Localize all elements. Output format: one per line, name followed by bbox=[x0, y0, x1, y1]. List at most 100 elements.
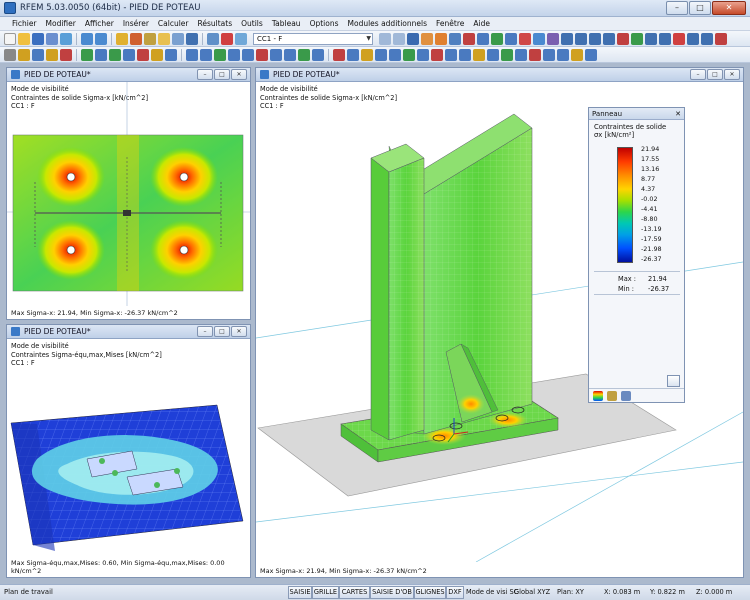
menu-calculer[interactable]: Calculer bbox=[158, 19, 189, 28]
smooth-icon[interactable] bbox=[491, 32, 503, 45]
light-icon[interactable] bbox=[571, 48, 583, 61]
menu-fichier[interactable]: Fichier bbox=[12, 19, 37, 28]
solid-body-icon[interactable] bbox=[123, 48, 135, 61]
comment-icon[interactable] bbox=[459, 48, 471, 61]
arc-icon[interactable] bbox=[46, 48, 58, 61]
hinge-icon[interactable] bbox=[151, 48, 163, 61]
refine-icon[interactable] bbox=[347, 48, 359, 61]
grid-icon[interactable] bbox=[186, 48, 198, 61]
view-z-icon[interactable] bbox=[603, 32, 615, 45]
panel-title-bar[interactable]: Panneau ✕ bbox=[589, 108, 684, 120]
line-icon[interactable] bbox=[18, 48, 30, 61]
filter-icon[interactable] bbox=[505, 32, 517, 45]
deformation-icon[interactable] bbox=[421, 32, 433, 45]
wireframe-icon[interactable] bbox=[631, 32, 643, 45]
grid-toggle-button[interactable]: GRILLE bbox=[312, 586, 339, 599]
picture-icon[interactable] bbox=[543, 48, 555, 61]
result-diagram-icon[interactable] bbox=[533, 32, 545, 45]
connect-icon[interactable] bbox=[298, 48, 310, 61]
axes-icon[interactable] bbox=[389, 48, 401, 61]
minimize-button[interactable]: – bbox=[197, 326, 213, 337]
isolines-icon[interactable] bbox=[519, 32, 531, 45]
save-icon[interactable] bbox=[32, 32, 44, 45]
results-on-icon[interactable] bbox=[407, 32, 419, 45]
cartes-toggle-button[interactable]: CARTES bbox=[339, 586, 370, 599]
background-icon[interactable] bbox=[529, 48, 541, 61]
guidelines-toggle-button[interactable]: GLIGNES bbox=[414, 586, 446, 599]
table-icon[interactable] bbox=[186, 32, 198, 45]
view-x-icon[interactable] bbox=[575, 32, 587, 45]
export-icon[interactable] bbox=[557, 48, 569, 61]
divide-icon[interactable] bbox=[284, 48, 296, 61]
extrude-icon[interactable] bbox=[312, 48, 324, 61]
dxf-toggle-button[interactable]: DXF bbox=[446, 586, 464, 599]
color-scale-icon[interactable] bbox=[593, 390, 603, 401]
solid-icon[interactable] bbox=[645, 32, 657, 45]
guideline-icon[interactable] bbox=[473, 48, 485, 61]
copy-icon[interactable] bbox=[270, 48, 282, 61]
open-folder-icon[interactable] bbox=[18, 32, 30, 45]
close-button[interactable]: ✕ bbox=[712, 1, 746, 15]
measure-icon[interactable] bbox=[673, 32, 685, 45]
animation-icon[interactable] bbox=[435, 32, 447, 45]
delete-icon[interactable] bbox=[256, 48, 268, 61]
previous-icon[interactable] bbox=[379, 32, 391, 45]
member-icon[interactable] bbox=[95, 48, 107, 61]
plan-stress-view[interactable] bbox=[7, 82, 250, 306]
window-bottom-left[interactable]: PIED DE POTEAU* – □ ✕ Mode de visibilité… bbox=[6, 324, 251, 578]
values-icon[interactable] bbox=[449, 32, 461, 45]
snap-icon[interactable] bbox=[200, 48, 212, 61]
show-results-icon[interactable] bbox=[235, 32, 247, 45]
menu-fenetre[interactable]: Fenêtre bbox=[436, 19, 464, 28]
surface-icon[interactable] bbox=[109, 48, 121, 61]
stop-icon[interactable] bbox=[221, 32, 233, 45]
visibility-icon[interactable] bbox=[417, 48, 429, 61]
menu-afficher[interactable]: Afficher bbox=[85, 19, 114, 28]
results-icon[interactable] bbox=[144, 32, 156, 45]
dimension-icon[interactable] bbox=[445, 48, 457, 61]
menu-resultats[interactable]: Résultats bbox=[198, 19, 233, 28]
display-icon[interactable] bbox=[172, 32, 184, 45]
circle-icon[interactable] bbox=[60, 48, 72, 61]
next-icon[interactable] bbox=[393, 32, 405, 45]
menu-tableau[interactable]: Tableau bbox=[272, 19, 301, 28]
render-icon[interactable] bbox=[617, 32, 629, 45]
legend-panel[interactable]: Panneau ✕ Contraintes de solide σx [kN/c… bbox=[588, 107, 685, 403]
snap-toggle-button[interactable]: SAISIE bbox=[288, 586, 312, 599]
object-snap-button[interactable]: SAISIE D'OB bbox=[370, 586, 414, 599]
mesh-icon[interactable] bbox=[333, 48, 345, 61]
help-icon[interactable] bbox=[585, 48, 597, 61]
print-icon[interactable] bbox=[46, 32, 58, 45]
undo-icon[interactable] bbox=[81, 32, 93, 45]
iso-view-icon[interactable] bbox=[561, 32, 573, 45]
node-icon[interactable] bbox=[81, 48, 93, 61]
select-icon[interactable] bbox=[4, 48, 16, 61]
layer-icon[interactable] bbox=[403, 48, 415, 61]
window-title-bar[interactable]: PIED DE POTEAU* – □ ✕ bbox=[7, 325, 250, 339]
view-y-icon[interactable] bbox=[589, 32, 601, 45]
rfem-app-icon[interactable] bbox=[4, 2, 16, 14]
move-icon[interactable] bbox=[214, 48, 226, 61]
zoom-icon[interactable] bbox=[687, 32, 699, 45]
maximize-button[interactable]: □ bbox=[707, 69, 723, 80]
menu-modules-additionnels[interactable]: Modules additionnels bbox=[348, 19, 428, 28]
clip-icon[interactable] bbox=[431, 48, 443, 61]
model-icon[interactable] bbox=[547, 32, 559, 45]
calculate-icon[interactable] bbox=[130, 32, 142, 45]
filter-icon[interactable] bbox=[621, 390, 631, 401]
workplane-icon[interactable] bbox=[501, 48, 513, 61]
load-case-select[interactable]: CC1 - F ▼ bbox=[253, 32, 373, 45]
menu-aide[interactable]: Aide bbox=[473, 19, 490, 28]
zoom-all-icon[interactable] bbox=[701, 32, 713, 45]
window-top-left[interactable]: PIED DE POTEAU* – □ ✕ Mode de visibilité… bbox=[6, 67, 251, 320]
menu-options[interactable]: Options bbox=[310, 19, 339, 28]
mises-stress-view[interactable] bbox=[7, 339, 250, 564]
numbering-icon[interactable] bbox=[375, 48, 387, 61]
maximize-button[interactable]: □ bbox=[214, 326, 230, 337]
edit-icon[interactable] bbox=[116, 32, 128, 45]
minimize-button[interactable]: – bbox=[666, 1, 688, 15]
close-button[interactable]: ✕ bbox=[231, 326, 247, 337]
section-icon[interactable] bbox=[477, 32, 489, 45]
maximize-button[interactable]: □ bbox=[689, 1, 711, 15]
close-icon[interactable]: ✕ bbox=[675, 108, 681, 120]
